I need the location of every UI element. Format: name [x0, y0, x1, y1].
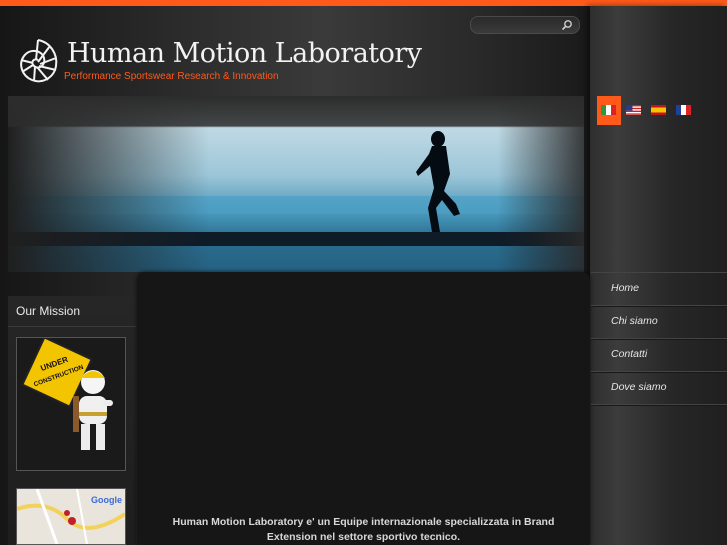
map-thumbnail-icon: Google	[17, 489, 125, 544]
search-box[interactable]	[470, 16, 580, 34]
nav-label-home[interactable]: Home	[611, 282, 639, 294]
nav-label-chi-siamo[interactable]: Chi siamo	[611, 315, 658, 327]
nav-item-contatti[interactable]: Contatti	[591, 339, 727, 372]
france-flag-icon[interactable]	[676, 105, 691, 115]
nav-item-dove-siamo[interactable]: Dove siamo	[591, 372, 727, 405]
under-construction-image[interactable]: UNDER CONSTRUCTION	[16, 336, 126, 471]
language-switcher	[597, 96, 727, 125]
magnifier-icon[interactable]	[561, 19, 573, 31]
sidebar-title: Our Mission	[16, 304, 81, 318]
language-it-active-highlight[interactable]	[597, 96, 621, 125]
nav-item-home[interactable]: Home	[591, 272, 727, 306]
nav-label-dove-siamo[interactable]: Dove siamo	[611, 381, 666, 393]
nav-label-contatti[interactable]: Contatti	[611, 348, 647, 360]
nautilus-logo-icon[interactable]	[16, 36, 60, 86]
map-brand-text: Google	[91, 495, 122, 505]
site-tagline: Performance Sportswear Research & Innova…	[64, 71, 279, 82]
intro-text-line-2: Extension nel settore sportivo tecnico.	[266, 531, 461, 543]
construction-figure-icon: UNDER CONSTRUCTION	[21, 336, 113, 450]
search-input[interactable]	[477, 18, 563, 32]
sidebar-divider	[8, 326, 136, 327]
main-navigation: Home Chi siamo Contatti Dove siamo	[591, 272, 727, 405]
site-title[interactable]: Human Motion Laboratory	[67, 38, 422, 69]
runner-banner-image	[8, 96, 584, 272]
intro-text-line-1: Human Motion Laboratory e' un Equipe int…	[172, 516, 555, 528]
spain-flag-icon[interactable]	[651, 105, 666, 115]
nav-item-chi-siamo[interactable]: Chi siamo	[591, 306, 727, 339]
main-content-panel: Human Motion Laboratory e' un Equipe int…	[137, 272, 590, 545]
intro-text: Human Motion Laboratory e' un Equipe int…	[137, 515, 590, 545]
italy-flag-icon[interactable]	[601, 105, 616, 115]
usa-flag-icon[interactable]	[626, 105, 641, 115]
google-map-thumbnail[interactable]: Google	[16, 488, 126, 545]
